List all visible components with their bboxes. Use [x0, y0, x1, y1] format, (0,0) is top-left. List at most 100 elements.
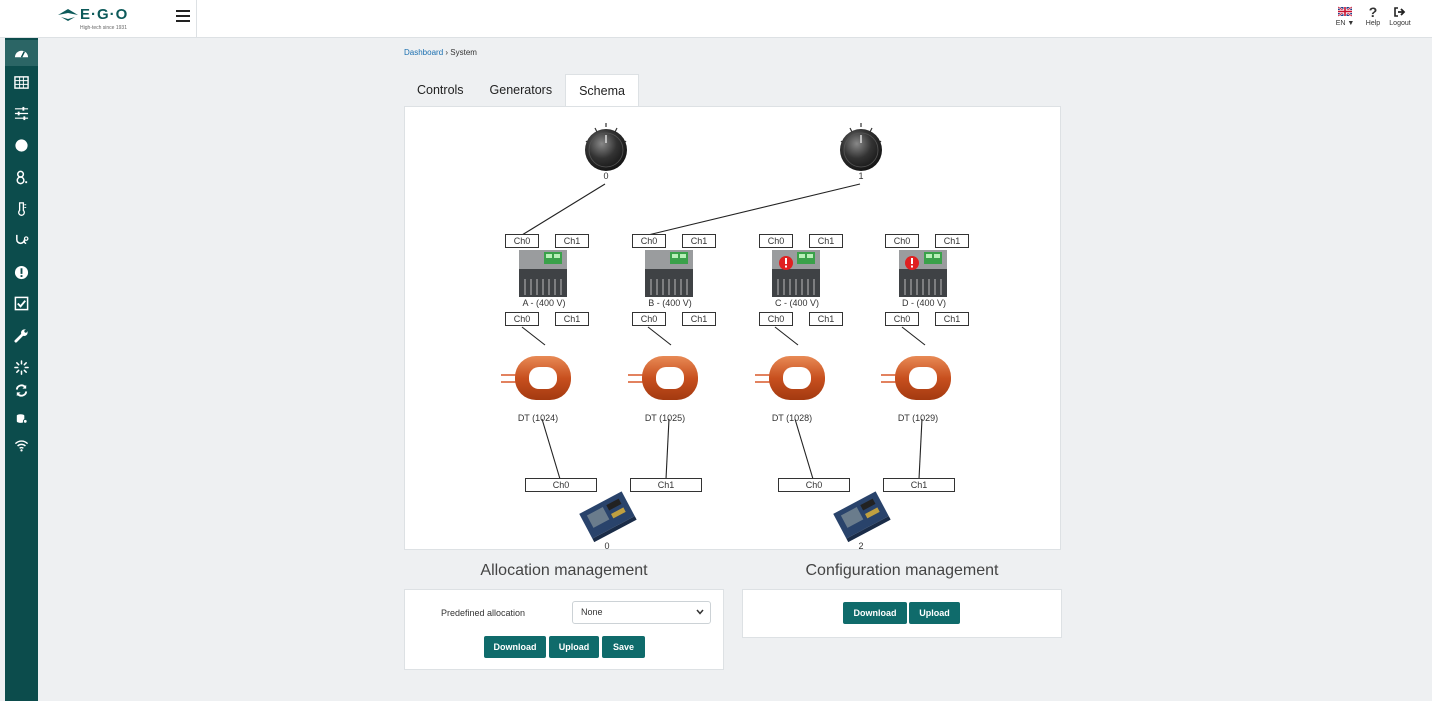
configuration-title: Configuration management — [805, 562, 999, 579]
gen-a-top-ch0[interactable]: Ch0 — [505, 234, 539, 248]
dashboard-icon — [14, 50, 29, 58]
knob-0-label: 0 — [603, 171, 609, 181]
gen-c-bottom-ch1[interactable]: Ch1 — [809, 312, 843, 326]
allocation-download-button[interactable]: Download — [484, 636, 546, 658]
generator-d-image[interactable] — [899, 250, 947, 297]
generator-a-image[interactable] — [519, 250, 567, 297]
knob-0[interactable] — [585, 123, 627, 171]
board-2-ch1[interactable]: Ch1 — [883, 478, 955, 492]
schema-diagram — [501, 123, 951, 543]
board-0-label: 0 — [604, 541, 610, 551]
sidebar-item-dashboard[interactable] — [5, 40, 38, 66]
coil-1025-label: DT (1025) — [644, 413, 686, 423]
gen-a-bottom-ch1[interactable]: Ch1 — [555, 312, 589, 326]
configuration-download-button[interactable]: Download — [843, 602, 907, 624]
board-2-ch0[interactable]: Ch0 — [778, 478, 850, 492]
board-2-image[interactable] — [833, 491, 891, 543]
language-selector[interactable]: EN ▼ — [1334, 4, 1356, 27]
breadcrumb-dashboard-link[interactable]: Dashboard — [404, 48, 443, 57]
sidebar-item-tools[interactable] — [5, 322, 38, 348]
gen-a-top-ch1[interactable]: Ch1 — [555, 234, 589, 248]
sidebar — [5, 38, 38, 701]
breadcrumb-separator: › — [445, 48, 449, 57]
gen-a-bottom-ch0[interactable]: Ch0 — [505, 312, 539, 326]
predefined-allocation-value: None — [581, 607, 603, 617]
database-icon — [16, 413, 28, 424]
generator-b-label: B - (400 V) — [648, 298, 692, 308]
logo-mark-icon — [58, 9, 78, 21]
sidebar-item-tasks[interactable] — [5, 290, 38, 316]
sidebar-item-wifi[interactable] — [5, 432, 38, 458]
tab-generators[interactable]: Generators — [477, 74, 566, 106]
divider — [196, 0, 197, 37]
sidebar-item-diagnostics[interactable] — [5, 227, 38, 253]
coil-1029-image[interactable] — [881, 356, 951, 400]
gen-c-bottom-ch0[interactable]: Ch0 — [759, 312, 793, 326]
board-0-ch1[interactable]: Ch1 — [630, 478, 702, 492]
knob-1-label: 1 — [858, 171, 864, 181]
gen-b-top-ch0[interactable]: Ch0 — [632, 234, 666, 248]
caret-down-icon: ▼ — [1347, 20, 1355, 27]
uk-flag-icon — [1338, 6, 1352, 17]
sidebar-item-keys[interactable] — [5, 164, 38, 190]
coil-1029-label: DT (1029) — [897, 413, 939, 423]
sidebar-item-status[interactable] — [5, 132, 38, 158]
ego-logo[interactable]: E·G·O High-tech since 1931 — [58, 6, 168, 34]
board-0-image[interactable] — [579, 491, 637, 543]
help-label: Help — [1365, 20, 1381, 27]
key-icon — [16, 170, 28, 184]
schema-panel: 0 1 Ch0 Ch1 Ch0 Ch1 Ch0 Ch1 Ch0 Ch1 A - … — [404, 106, 1061, 551]
help-link[interactable]: ? Help — [1363, 4, 1383, 27]
board-0-ch0[interactable]: Ch0 — [525, 478, 597, 492]
coil-1024-image[interactable] — [501, 356, 571, 400]
sidebar-item-temperature[interactable] — [5, 195, 38, 221]
gen-d-top-ch0[interactable]: Ch0 — [885, 234, 919, 248]
gen-c-top-ch0[interactable]: Ch0 — [759, 234, 793, 248]
breadcrumb: Dashboard › System — [404, 48, 477, 57]
gen-b-bottom-ch1[interactable]: Ch1 — [682, 312, 716, 326]
configuration-upload-button[interactable]: Upload — [909, 602, 960, 624]
gen-d-bottom-ch0[interactable]: Ch0 — [885, 312, 919, 326]
logout-link[interactable]: Logout — [1387, 4, 1413, 27]
thermometer-icon — [18, 201, 27, 216]
sidebar-item-database[interactable] — [5, 405, 38, 431]
wrench-icon — [14, 328, 28, 343]
hamburger-menu-button[interactable] — [176, 10, 190, 26]
question-icon: ? — [1368, 4, 1378, 20]
allocation-upload-button[interactable]: Upload — [549, 636, 599, 658]
generator-d-error-icon — [905, 256, 919, 270]
coil-1024-label: DT (1024) — [517, 413, 559, 423]
sidebar-item-settings[interactable] — [5, 100, 38, 126]
gen-b-top-ch1[interactable]: Ch1 — [682, 234, 716, 248]
wifi-icon — [14, 439, 29, 451]
table-icon — [14, 75, 29, 89]
coil-1028-label: DT (1028) — [771, 413, 813, 423]
gen-c-top-ch1[interactable]: Ch1 — [809, 234, 843, 248]
generator-d-label: D - (400 V) — [901, 298, 946, 308]
sliders-icon — [14, 106, 29, 120]
gen-d-bottom-ch1[interactable]: Ch1 — [935, 312, 969, 326]
stethoscope-icon — [16, 234, 29, 244]
generator-c-label: C - (400 V) — [774, 298, 819, 308]
allocation-save-button[interactable]: Save — [602, 636, 645, 658]
tab-controls[interactable]: Controls — [404, 74, 477, 106]
logo-text: E·G·O — [80, 6, 129, 23]
checkbox-icon — [14, 296, 29, 310]
gen-d-top-ch1[interactable]: Ch1 — [935, 234, 969, 248]
sync-icon — [15, 383, 28, 397]
board-2-label: 2 — [858, 541, 864, 551]
generator-a-label: A - (400 V) — [522, 298, 566, 308]
coil-1028-image[interactable] — [755, 356, 825, 400]
generator-c-image[interactable] — [772, 250, 820, 297]
predefined-allocation-select[interactable]: None — [572, 601, 711, 624]
tab-schema[interactable]: Schema — [565, 74, 639, 107]
knob-1[interactable] — [840, 123, 882, 171]
sidebar-item-sync[interactable] — [5, 377, 38, 403]
gen-b-bottom-ch0[interactable]: Ch0 — [632, 312, 666, 326]
allocation-title: Allocation management — [480, 562, 648, 579]
language-code: EN — [1335, 20, 1346, 27]
sidebar-item-alerts[interactable] — [5, 259, 38, 285]
sidebar-item-table[interactable] — [5, 69, 38, 95]
generator-b-image[interactable] — [645, 250, 693, 297]
coil-1025-image[interactable] — [628, 356, 698, 400]
